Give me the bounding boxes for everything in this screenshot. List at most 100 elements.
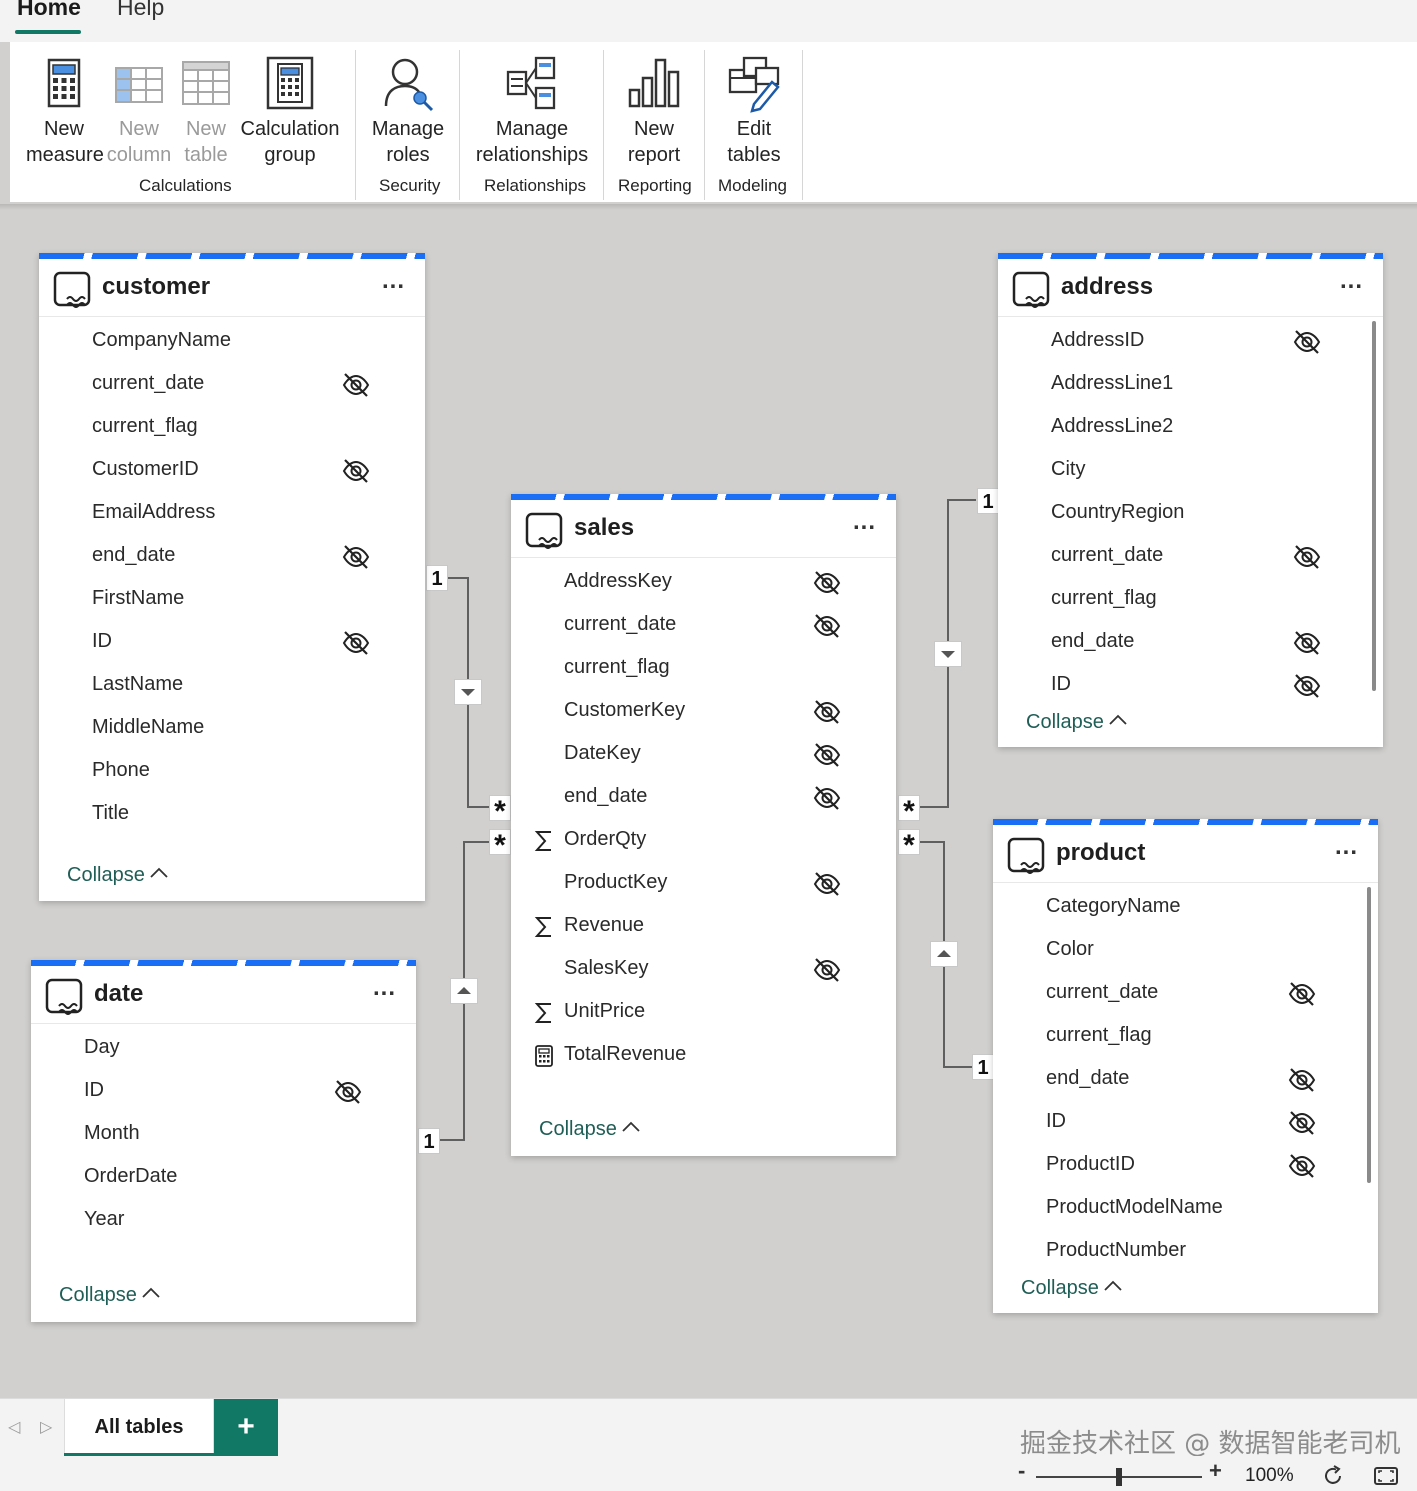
field-row[interactable]: CustomerKey bbox=[511, 691, 896, 734]
scroll-left-icon[interactable]: ◁ bbox=[8, 1417, 20, 1437]
hidden-field-icon[interactable] bbox=[812, 956, 842, 984]
field-row[interactable]: current_date bbox=[993, 973, 1378, 1016]
more-options-button[interactable]: ... bbox=[1335, 833, 1358, 861]
table-card-sales[interactable]: sales ... AddressKey current_date current_… bbox=[511, 494, 896, 1156]
zoom-in-button[interactable]: + bbox=[1209, 1458, 1222, 1484]
hidden-field-icon[interactable] bbox=[1292, 672, 1322, 700]
new-measure-button[interactable]: New measure bbox=[26, 54, 104, 168]
field-row[interactable]: AddressID bbox=[998, 321, 1383, 364]
field-row[interactable]: AddressKey bbox=[511, 562, 896, 605]
field-row[interactable]: OrderDate bbox=[31, 1157, 416, 1200]
field-row[interactable]: ID bbox=[998, 665, 1383, 708]
field-row[interactable]: current_date bbox=[511, 605, 896, 648]
fit-to-screen-icon[interactable] bbox=[1374, 1467, 1398, 1485]
add-layout-button[interactable]: + bbox=[214, 1399, 278, 1456]
field-row[interactable]: FirstName bbox=[39, 579, 425, 622]
field-row[interactable]: MiddleName bbox=[39, 708, 425, 751]
field-row[interactable]: Day bbox=[31, 1028, 416, 1071]
zoom-out-button[interactable]: - bbox=[1018, 1458, 1025, 1484]
hidden-field-icon[interactable] bbox=[812, 784, 842, 812]
zoom-slider-thumb[interactable] bbox=[1116, 1468, 1122, 1486]
field-row[interactable]: Title bbox=[39, 794, 425, 837]
field-row[interactable]: Revenue bbox=[511, 906, 896, 949]
field-row[interactable]: CustomerID bbox=[39, 450, 425, 493]
field-row[interactable]: EmailAddress bbox=[39, 493, 425, 536]
model-canvas[interactable]: 1 * * 1 1 * * 1 customer ... CompanyName… bbox=[0, 210, 1417, 1398]
collapse-button[interactable]: Collapse bbox=[1021, 1277, 1123, 1300]
more-options-button[interactable]: ... bbox=[373, 974, 396, 1002]
field-row[interactable]: AddressLine1 bbox=[998, 364, 1383, 407]
field-row[interactable]: current_flag bbox=[998, 579, 1383, 622]
field-row[interactable]: UnitPrice bbox=[511, 992, 896, 1035]
manage-roles-button[interactable]: Manage roles bbox=[368, 54, 448, 168]
filter-direction-up-icon[interactable] bbox=[930, 941, 958, 967]
table-card-date[interactable]: date ... Day ID Month OrderDate Year Collaps… bbox=[31, 960, 416, 1322]
table-header[interactable]: date ... bbox=[31, 966, 416, 1024]
filter-direction-down-icon[interactable] bbox=[934, 641, 962, 667]
hidden-field-icon[interactable] bbox=[341, 629, 371, 657]
field-row[interactable]: current_flag bbox=[993, 1016, 1378, 1059]
table-card-address[interactable]: address ... AddressID AddressLine1 Address… bbox=[998, 253, 1383, 747]
more-options-button[interactable]: ... bbox=[1340, 267, 1363, 295]
field-row[interactable]: ProductNumber bbox=[993, 1231, 1378, 1274]
hidden-field-icon[interactable] bbox=[1287, 1066, 1317, 1094]
field-row[interactable]: Color bbox=[993, 930, 1378, 973]
hidden-field-icon[interactable] bbox=[1292, 629, 1322, 657]
field-row[interactable]: SalesKey bbox=[511, 949, 896, 992]
field-row[interactable]: end_date bbox=[39, 536, 425, 579]
scroll-right-icon[interactable]: ▷ bbox=[40, 1417, 52, 1437]
field-row[interactable]: CategoryName bbox=[993, 887, 1378, 930]
hidden-field-icon[interactable] bbox=[1292, 328, 1322, 356]
tab-home[interactable]: Home bbox=[17, 0, 81, 21]
hidden-field-icon[interactable] bbox=[333, 1078, 363, 1106]
field-row[interactable]: current_date bbox=[39, 364, 425, 407]
hidden-field-icon[interactable] bbox=[341, 543, 371, 571]
collapse-button[interactable]: Collapse bbox=[1026, 711, 1128, 734]
edit-tables-button[interactable]: Edit tables bbox=[718, 54, 790, 168]
hidden-field-icon[interactable] bbox=[341, 371, 371, 399]
tab-help[interactable]: Help bbox=[117, 0, 164, 21]
field-row[interactable]: end_date bbox=[998, 622, 1383, 665]
hidden-field-icon[interactable] bbox=[341, 457, 371, 485]
field-row[interactable]: DateKey bbox=[511, 734, 896, 777]
hidden-field-icon[interactable] bbox=[812, 698, 842, 726]
new-report-button[interactable]: New report bbox=[616, 54, 692, 168]
field-row[interactable]: CountryRegion bbox=[998, 493, 1383, 536]
collapse-button[interactable]: Collapse bbox=[67, 864, 169, 887]
hidden-field-icon[interactable] bbox=[1287, 1109, 1317, 1137]
tab-all-tables[interactable]: All tables bbox=[64, 1399, 214, 1456]
scrollbar[interactable] bbox=[1367, 887, 1371, 1183]
collapse-button[interactable]: Collapse bbox=[59, 1284, 161, 1307]
table-header[interactable]: product ... bbox=[993, 825, 1378, 883]
new-table-button[interactable]: New table bbox=[176, 54, 236, 168]
new-column-button[interactable]: New column bbox=[106, 54, 172, 168]
field-row[interactable]: AddressLine2 bbox=[998, 407, 1383, 450]
table-card-customer[interactable]: customer ... CompanyName current_date curr… bbox=[39, 253, 425, 901]
field-row[interactable]: City bbox=[998, 450, 1383, 493]
table-card-product[interactable]: product ... CategoryName Color current_dat… bbox=[993, 819, 1378, 1313]
reset-view-icon[interactable] bbox=[1322, 1465, 1344, 1487]
hidden-field-icon[interactable] bbox=[1287, 1152, 1317, 1180]
field-row[interactable]: end_date bbox=[511, 777, 896, 820]
field-row[interactable]: current_date bbox=[998, 536, 1383, 579]
field-row[interactable]: ProductKey bbox=[511, 863, 896, 906]
field-row[interactable]: Phone bbox=[39, 751, 425, 794]
field-row[interactable]: ID bbox=[31, 1071, 416, 1114]
filter-direction-down-icon[interactable] bbox=[454, 679, 482, 705]
field-row[interactable]: TotalRevenue bbox=[511, 1035, 896, 1078]
field-row[interactable]: ProductID bbox=[993, 1145, 1378, 1188]
hidden-field-icon[interactable] bbox=[1287, 980, 1317, 1008]
field-row[interactable]: CompanyName bbox=[39, 321, 425, 364]
table-header[interactable]: customer ... bbox=[39, 259, 425, 317]
field-row[interactable]: current_flag bbox=[39, 407, 425, 450]
field-row[interactable]: current_flag bbox=[511, 648, 896, 691]
calculation-group-button[interactable]: Calculation group bbox=[240, 54, 340, 168]
filter-direction-up-icon[interactable] bbox=[450, 978, 478, 1004]
table-header[interactable]: sales ... bbox=[511, 500, 896, 558]
field-row[interactable]: ProductModelName bbox=[993, 1188, 1378, 1231]
field-row[interactable]: LastName bbox=[39, 665, 425, 708]
hidden-field-icon[interactable] bbox=[812, 612, 842, 640]
field-row[interactable]: ID bbox=[39, 622, 425, 665]
manage-relationships-button[interactable]: Manage relationships bbox=[472, 54, 592, 168]
field-row[interactable]: end_date bbox=[993, 1059, 1378, 1102]
